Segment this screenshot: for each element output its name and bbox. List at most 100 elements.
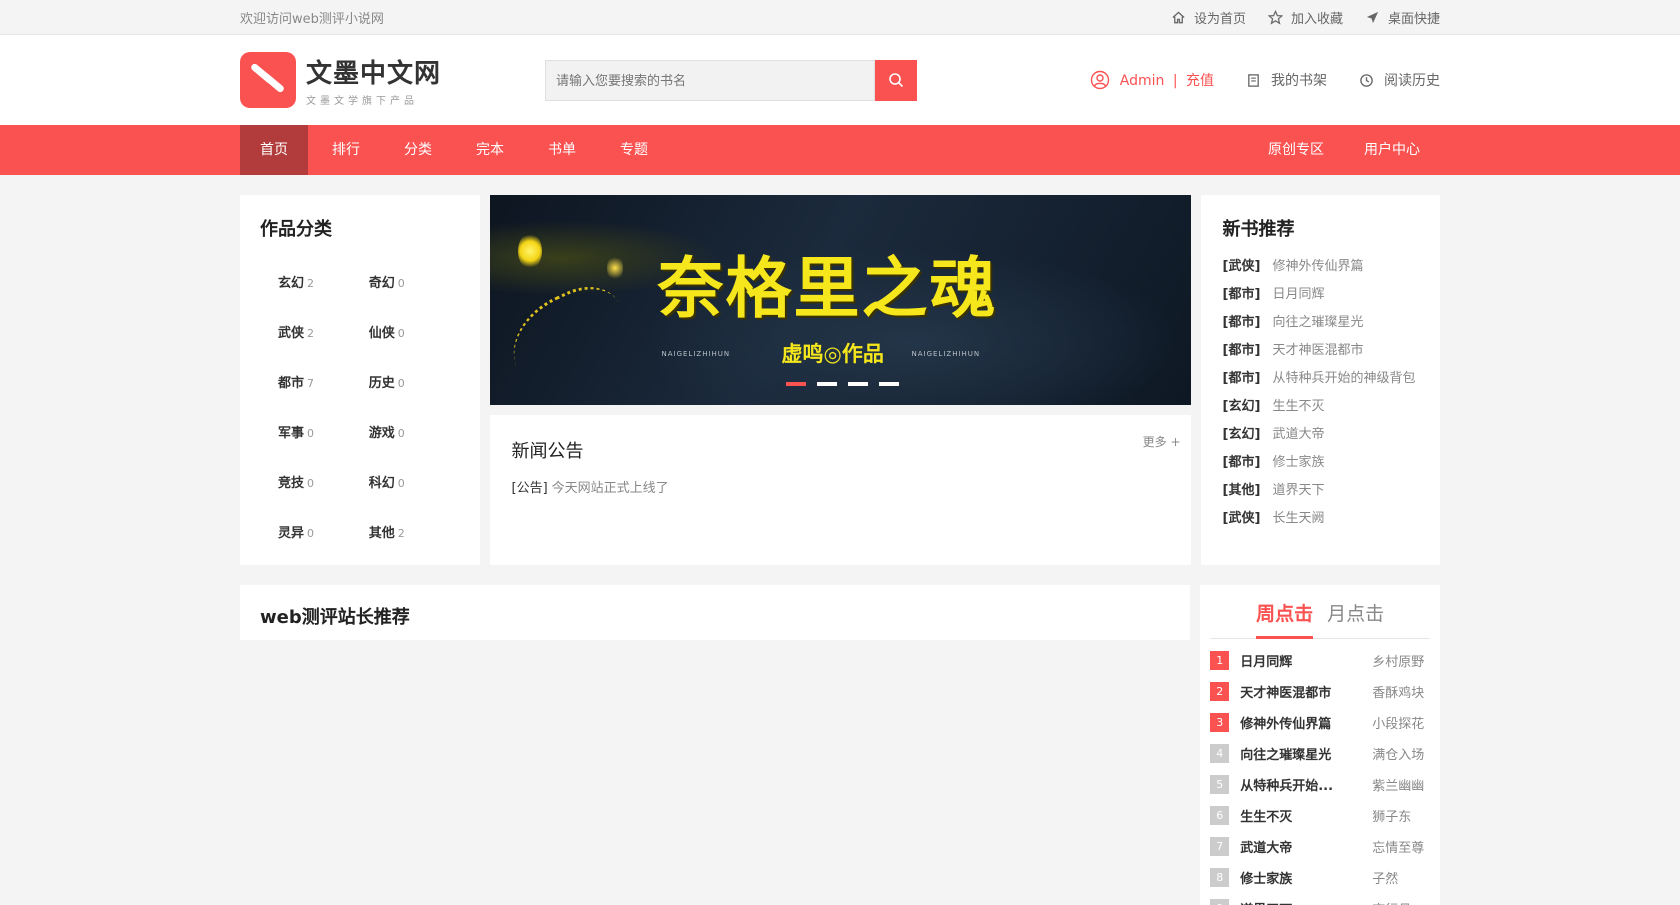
search-bar: [545, 59, 917, 101]
nav-original[interactable]: 原创专区: [1248, 125, 1344, 175]
rank-book-title: 天才神医混都市: [1240, 686, 1332, 701]
tab-weekly-clicks[interactable]: 周点击: [1256, 593, 1314, 639]
category-count: 0: [397, 477, 405, 490]
rank-book-author: 狮子东: [1372, 810, 1412, 825]
ranking-panel: 周点击 月点击 1 日月同辉 乡村原野 2 天才神医混都市 香酥鸡块 3 修神外传仙界篇 小段探…: [1200, 585, 1440, 905]
news-tag: [公告]: [511, 481, 548, 496]
new-book-item[interactable]: [其他] 道界天下: [1223, 477, 1419, 505]
new-book-title: 武道大帝: [1272, 427, 1325, 442]
new-book-item[interactable]: [玄幻] 武道大帝: [1223, 421, 1419, 449]
new-book-item[interactable]: [武侠] 长生天阙: [1223, 505, 1419, 533]
rank-book-author: 紫兰幽幽: [1372, 779, 1425, 794]
category-name: 历史: [368, 376, 395, 391]
nav-category[interactable]: 分类: [384, 125, 452, 175]
new-book-item[interactable]: [都市] 向往之璀璨星光: [1223, 309, 1419, 337]
category-item[interactable]: 玄幻 2: [278, 259, 369, 309]
new-book-genre: [玄幻]: [1222, 399, 1261, 414]
banner-title: 奈格里之魂: [657, 249, 998, 327]
rank-book-author: 小段探花: [1372, 717, 1425, 732]
rank-book-author: 忘情至尊: [1372, 841, 1425, 856]
ranking-item[interactable]: 6 生生不灭 狮子东: [1210, 800, 1430, 831]
new-book-title: 道界天下: [1272, 483, 1325, 498]
rank-book-title: 武道大帝: [1240, 841, 1293, 856]
header: 文墨中文网 文墨文学旗下产品 Admin | 充值 我的书架: [0, 35, 1680, 125]
logo-mark-icon: [240, 52, 296, 108]
category-count: 0: [307, 527, 315, 540]
news-text: 今天网站正式上线了: [551, 481, 669, 496]
new-book-title: 天才神医混都市: [1272, 343, 1364, 358]
rank-number-badge: 6: [1210, 806, 1230, 825]
new-book-item[interactable]: [都市] 修士家族: [1223, 449, 1419, 477]
bookshelf-link[interactable]: 我的书架: [1246, 70, 1327, 90]
nav-booklist[interactable]: 书单: [528, 125, 596, 175]
desktop-shortcut-link[interactable]: 桌面快捷: [1365, 8, 1440, 27]
new-book-genre: [都市]: [1222, 315, 1261, 330]
category-item[interactable]: 游戏 0: [369, 409, 460, 459]
ranking-item[interactable]: 2 天才神医混都市 香酥鸡块: [1210, 676, 1430, 707]
ranking-item[interactable]: 7 武道大帝 忘情至尊: [1210, 831, 1430, 862]
category-count: 0: [397, 377, 405, 390]
category-item[interactable]: 灵异 0: [278, 509, 369, 559]
nav-user-center[interactable]: 用户中心: [1344, 125, 1440, 175]
category-item[interactable]: 历史 0: [369, 359, 460, 409]
add-favorite-link[interactable]: 加入收藏: [1267, 8, 1343, 27]
logo-subtitle: 文墨文学旗下产品: [306, 96, 418, 107]
category-item[interactable]: 军事 0: [278, 409, 369, 459]
category-item[interactable]: 其他 2: [369, 509, 460, 559]
rank-number-badge: 5: [1210, 775, 1230, 794]
news-more-link[interactable]: 更多 +: [1143, 433, 1181, 450]
user-area: Admin | 充值 我的书架 阅读历史: [1090, 70, 1440, 90]
ranking-item[interactable]: 8 修士家族 子然: [1210, 862, 1430, 893]
ranking-item[interactable]: 4 向往之璀璨星光 满仓入场: [1210, 738, 1430, 769]
new-book-item[interactable]: [都市] 从特种兵开始的神级背包: [1223, 365, 1419, 393]
news-item[interactable]: [公告] 今天网站正式上线了: [512, 477, 1169, 496]
banner-dot[interactable]: [847, 382, 868, 386]
nav-finished[interactable]: 完本: [456, 125, 524, 175]
new-book-genre: [其他]: [1222, 483, 1261, 498]
set-homepage-link[interactable]: 设为首页: [1171, 8, 1246, 27]
user-name-link[interactable]: Admin: [1120, 73, 1165, 89]
category-item[interactable]: 武侠 2: [278, 309, 369, 359]
banner-dot[interactable]: [816, 382, 837, 386]
new-books-list: [武侠] 修神外传仙界篇 [都市] 日月同辉 [都市] 向往之璀璨星光 [都市] 天才神医混都…: [1223, 253, 1419, 533]
new-book-title: 向往之璀璨星光: [1272, 315, 1364, 330]
banner-carousel[interactable]: 奈格里之魂 NAIGELIZHIHUN 虚鸣◎作品 NAIGELIZHIHUN: [489, 195, 1191, 405]
banner-dots: [785, 382, 899, 386]
history-link[interactable]: 阅读历史: [1359, 70, 1440, 90]
category-item[interactable]: 科幻 0: [369, 459, 460, 509]
nav-home[interactable]: 首页: [240, 125, 308, 175]
ranking-item[interactable]: 1 日月同辉 乡村原野: [1210, 645, 1430, 676]
category-name: 竞技: [278, 476, 305, 491]
nav-topic[interactable]: 专题: [600, 125, 668, 175]
top-bar: 欢迎访问web测评小说网 设为首页 加入收藏 桌面快捷: [0, 0, 1680, 35]
ranking-item[interactable]: 9 道界天下 夜行月: [1210, 893, 1430, 905]
category-item[interactable]: 竞技 0: [278, 459, 369, 509]
banner-dot[interactable]: [785, 382, 806, 386]
new-book-item[interactable]: [武侠] 修神外传仙界篇: [1223, 253, 1419, 281]
category-grid: 玄幻 2 奇幻 0 武侠 2 仙侠 0 都市 7 历史 0 军事 0 游戏 0 竞技 0 科幻 0 灵异 0 其他 2: [260, 259, 460, 559]
site-logo[interactable]: 文墨中文网 文墨文学旗下产品: [240, 52, 545, 108]
category-name: 都市: [278, 376, 305, 391]
banner-dot[interactable]: [878, 382, 899, 386]
category-item[interactable]: 都市 7: [278, 359, 369, 409]
new-book-item[interactable]: [都市] 天才神医混都市: [1223, 337, 1419, 365]
nav-ranking[interactable]: 排行: [312, 125, 380, 175]
web-recommend-title: web测评站长推荐: [260, 607, 410, 628]
ranking-item[interactable]: 5 从特种兵开始... 紫兰幽幽: [1210, 769, 1430, 800]
ranking-item[interactable]: 3 修神外传仙界篇 小段探花: [1210, 707, 1430, 738]
category-count: 2: [307, 327, 315, 340]
category-title: 作品分类: [260, 219, 332, 240]
new-book-item[interactable]: [玄幻] 生生不灭: [1223, 393, 1419, 421]
category-item[interactable]: 奇幻 0: [369, 259, 460, 309]
ranking-list: 1 日月同辉 乡村原野 2 天才神医混都市 香酥鸡块 3 修神外传仙界篇 小段探花 4 向往之璀璨星…: [1210, 645, 1430, 905]
category-name: 灵异: [278, 526, 305, 541]
banner-subtitle: 虚鸣◎作品: [781, 342, 884, 366]
search-button[interactable]: [875, 59, 917, 101]
category-item[interactable]: 仙侠 0: [369, 309, 460, 359]
search-input[interactable]: [545, 59, 875, 101]
new-book-item[interactable]: [都市] 日月同辉: [1223, 281, 1419, 309]
category-name: 游戏: [368, 426, 395, 441]
category-name: 仙侠: [368, 326, 395, 341]
recharge-link[interactable]: 充值: [1186, 73, 1214, 89]
tab-monthly-clicks[interactable]: 月点击: [1327, 593, 1384, 639]
